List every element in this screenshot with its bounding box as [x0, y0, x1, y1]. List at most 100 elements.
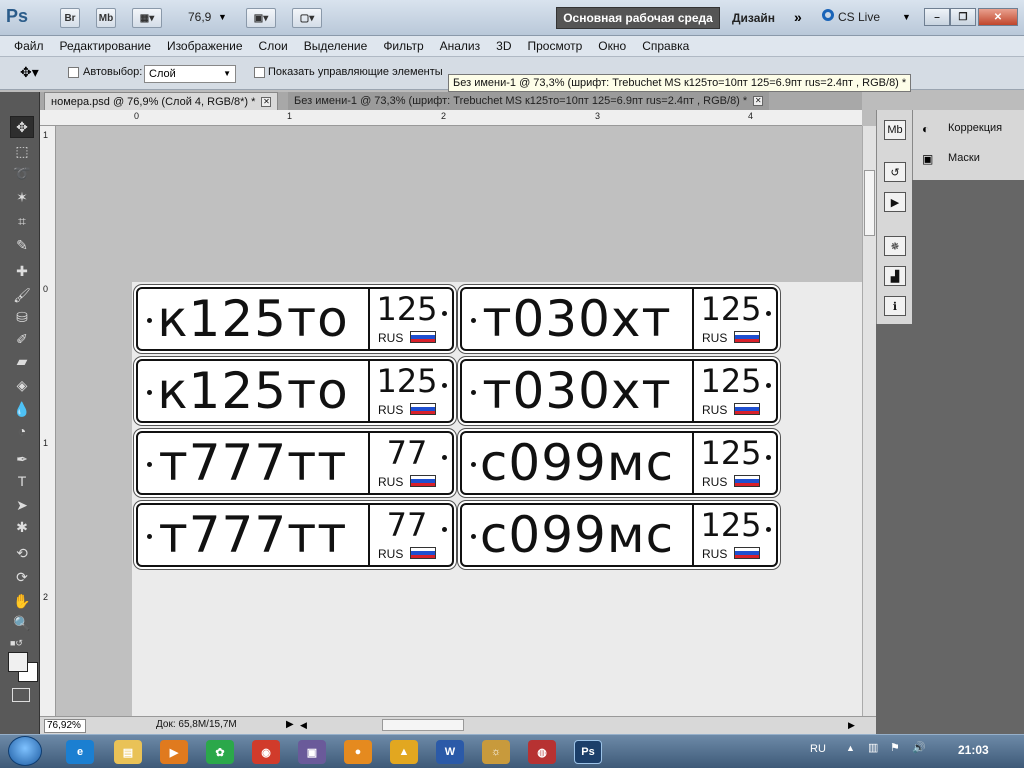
workspace-essentials-button[interactable]: Основная рабочая среда — [556, 7, 720, 29]
word-icon[interactable]: W — [436, 740, 464, 764]
menu-analysis[interactable]: Анализ — [440, 39, 481, 53]
menu-image[interactable]: Изображение — [167, 39, 243, 53]
cslive-dropdown-icon[interactable]: ▼ — [902, 12, 911, 22]
vertical-scrollbar[interactable] — [862, 126, 876, 716]
horizontal-scroll-thumb[interactable] — [382, 719, 464, 731]
firefox-icon[interactable]: ● — [344, 740, 372, 764]
scroll-thumb[interactable] — [864, 170, 875, 236]
close-icon[interactable]: ✕ — [753, 96, 764, 106]
autoselect-select[interactable]: Слой ▼ — [144, 65, 236, 83]
menu-edit[interactable]: Редактирование — [60, 39, 151, 53]
cslive-button[interactable]: CS Live — [838, 10, 880, 24]
photoshop-taskbar-icon[interactable]: Ps — [574, 740, 602, 764]
autoselect-checkbox[interactable] — [68, 67, 79, 78]
paint-bucket-tool-icon[interactable]: ◈ — [10, 374, 34, 396]
quick-mask-icon[interactable] — [12, 688, 30, 702]
tray-flag-icon[interactable]: ⚑ — [890, 741, 900, 754]
tab-untitled[interactable]: Без имени-1 @ 73,3% (шрифт: Trebuchet MS… — [288, 92, 770, 110]
3d-rotate-tool-icon[interactable]: ⟲ — [10, 542, 34, 564]
icq-icon[interactable]: ✿ — [206, 740, 234, 764]
arrange-documents-button[interactable]: ▣▾ — [246, 8, 276, 28]
view-extras-button[interactable]: ▦▾ — [132, 8, 162, 28]
default-colors-icon[interactable]: ■↺ — [10, 638, 23, 649]
menu-filter[interactable]: Фильтр — [383, 39, 423, 53]
menu-3d[interactable]: 3D — [496, 39, 511, 53]
3d-orbit-tool-icon[interactable]: ⟳ — [10, 566, 34, 588]
explorer-icon[interactable]: ▤ — [114, 740, 142, 764]
tab-nomera[interactable]: номера.psd @ 76,9% (Слой 4, RGB/8*) * ✕ — [44, 92, 279, 110]
path-selection-tool-icon[interactable]: ➤ — [10, 494, 34, 516]
eyedropper-tool-icon[interactable]: ✎ — [10, 234, 34, 256]
menu-file[interactable]: Файл — [14, 39, 44, 53]
move-tool-preset-icon[interactable]: ✥▾ — [20, 64, 39, 81]
close-icon[interactable]: ✕ — [261, 96, 272, 107]
marquee-tool-icon[interactable]: ⬚ — [10, 140, 34, 162]
zoom-level[interactable]: 76,9 — [188, 10, 211, 24]
bridge-button[interactable]: Br — [60, 8, 80, 28]
tray-network-icon[interactable]: ▥ — [868, 741, 878, 754]
show-controls-checkbox[interactable] — [254, 67, 265, 78]
app-icon[interactable]: ☼ — [482, 740, 510, 764]
eraser-tool-icon[interactable]: ▰ — [10, 350, 34, 372]
foreground-color-swatch-top[interactable] — [8, 652, 28, 672]
app-icon[interactable]: ◍ — [528, 740, 556, 764]
lasso-tool-icon[interactable]: ➰ — [10, 162, 34, 184]
tray-volume-icon[interactable]: 🔊 — [912, 741, 926, 754]
menu-view[interactable]: Просмотр — [527, 39, 582, 53]
panel-masks[interactable]: Маски — [948, 152, 980, 164]
license-plate[interactable]: т030хт 125 RUS — [460, 287, 778, 351]
history-brush-tool-icon[interactable]: ✐ — [10, 328, 34, 350]
menu-select[interactable]: Выделение — [304, 39, 368, 53]
clock[interactable]: 21:03 — [958, 743, 989, 757]
status-menu-arrow-icon[interactable]: ▶ — [286, 719, 294, 730]
move-tool-icon[interactable]: ✥ — [10, 116, 34, 138]
maximize-button[interactable]: ❐ — [950, 8, 976, 26]
histogram-panel-icon[interactable]: ▟ — [884, 266, 906, 286]
menu-window[interactable]: Окно — [598, 39, 626, 53]
close-button[interactable]: ✕ — [978, 8, 1018, 26]
zoom-dropdown-icon[interactable]: ▼ — [218, 12, 227, 22]
workspace-design-button[interactable]: Дизайн — [732, 11, 775, 25]
chrome-icon[interactable]: ◉ — [252, 740, 280, 764]
healing-brush-tool-icon[interactable]: ✚ — [10, 260, 34, 282]
menu-help[interactable]: Справка — [642, 39, 689, 53]
hand-tool-icon[interactable]: ✋ — [10, 590, 34, 612]
tray-arrow-icon[interactable]: ▲ — [846, 743, 855, 753]
type-tool-icon[interactable]: T — [10, 470, 34, 492]
status-zoom[interactable]: 76,92% — [44, 719, 86, 733]
media-player-icon[interactable]: ▶ — [160, 740, 188, 764]
brush-tool-icon[interactable]: 🖌 — [10, 284, 34, 306]
minimize-button[interactable]: – — [924, 8, 950, 26]
magic-wand-tool-icon[interactable]: ✶ — [10, 186, 34, 208]
license-plate[interactable]: т777тт 77 RUS — [136, 431, 454, 495]
minibridge-button[interactable]: Mb — [96, 8, 116, 28]
license-plate[interactable]: с099мс 125 RUS — [460, 431, 778, 495]
minibridge-panel-icon[interactable]: Mb — [884, 120, 906, 140]
more-workspaces-icon[interactable]: » — [794, 9, 802, 25]
crop-tool-icon[interactable]: ⌗ — [10, 210, 34, 232]
clone-stamp-tool-icon[interactable]: ⛁ — [10, 306, 34, 328]
screen-mode-button[interactable]: ▢▾ — [292, 8, 322, 28]
app-icon[interactable]: ▣ — [298, 740, 326, 764]
dodge-tool-icon[interactable]: ◔ — [10, 420, 34, 442]
menu-layers[interactable]: Слои — [259, 39, 288, 53]
pen-tool-icon[interactable]: ✒ — [10, 448, 34, 470]
info-panel-icon[interactable]: ℹ — [884, 296, 906, 316]
document-canvas[interactable]: к125то 125 RUS т030хт 125 RUS к125то 125 RUS т030… — [132, 282, 862, 716]
scroll-left-icon[interactable]: ◀ — [300, 720, 307, 731]
start-button[interactable] — [8, 736, 42, 766]
app-icon[interactable]: ▲ — [390, 740, 418, 764]
blur-tool-icon[interactable]: 💧 — [10, 398, 34, 420]
license-plate[interactable]: к125то 125 RUS — [136, 359, 454, 423]
history-panel-icon[interactable]: ↺ — [884, 162, 906, 182]
license-plate[interactable]: т777тт 77 RUS — [136, 503, 454, 567]
language-indicator[interactable]: RU — [810, 743, 826, 755]
shape-tool-icon[interactable]: ✱ — [10, 516, 34, 538]
license-plate[interactable]: т030хт 125 RUS — [460, 359, 778, 423]
ie-icon[interactable]: e — [66, 740, 94, 764]
zoom-tool-icon[interactable]: 🔍 — [10, 612, 34, 634]
navigator-panel-icon[interactable]: ✵ — [884, 236, 906, 256]
license-plate[interactable]: к125то 125 RUS — [136, 287, 454, 351]
scroll-right-icon[interactable]: ▶ — [848, 720, 855, 731]
license-plate[interactable]: с099мс 125 RUS — [460, 503, 778, 567]
